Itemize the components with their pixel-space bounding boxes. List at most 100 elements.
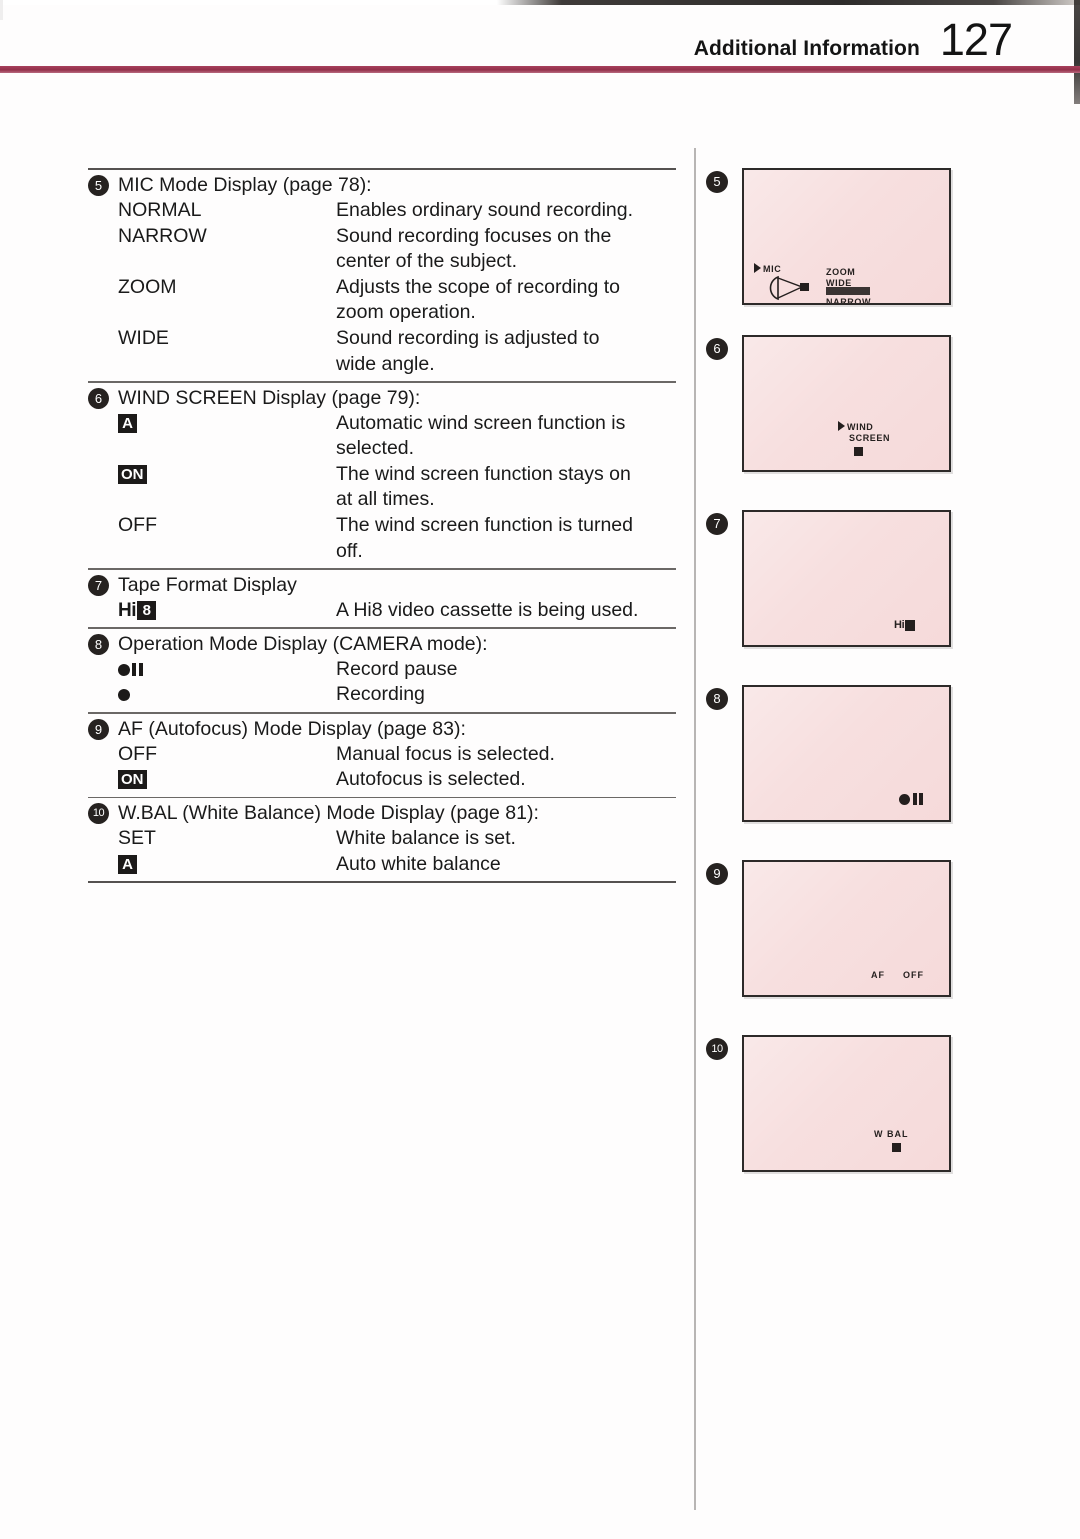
illustration-number: 7 (706, 513, 728, 535)
definition-term: NORMAL (118, 198, 336, 224)
hi8-eight-badge: 8 (137, 601, 156, 621)
inverted-badge-a: A (118, 854, 137, 874)
definition-description-continuation: zoom operation. (336, 301, 476, 324)
illustration-item-8: 8 (706, 685, 1046, 822)
section-number-badge: 10 (88, 803, 109, 825)
section-number-badge: 8 (88, 633, 109, 655)
viewfinder-display-white-balance: W BAL (742, 1035, 951, 1172)
definition-row-continuation: at all times. (118, 487, 676, 513)
scan-edge-left (0, 0, 3, 20)
definition-description: Auto white balance (336, 852, 501, 875)
definition-term: ON (118, 462, 336, 488)
definition-description: Sound recording focuses on the (336, 224, 612, 247)
scan-edge-right (1074, 0, 1080, 104)
wind-screen-state-square (854, 447, 863, 456)
hi8-eight-badge (905, 619, 916, 631)
illustration-number: 8 (706, 688, 728, 710)
definition-row: WIDE Sound recording is adjusted to (118, 326, 676, 352)
mic-level-bar (826, 287, 870, 295)
definition-term: Hi 8 (118, 598, 336, 624)
hi8-indicator: Hi (894, 619, 916, 631)
definition-term: OFF (118, 742, 336, 768)
section-heading: 8 Operation Mode Display (CAMERA mode): (88, 632, 676, 657)
section-heading: 6 WIND SCREEN Display (page 79): (88, 386, 676, 411)
definition-row: Record pause (118, 657, 676, 683)
section-heading: 7 Tape Format Display (88, 573, 676, 598)
definition-section-10: 10 W.BAL (White Balance) Mode Display (pa… (88, 798, 676, 881)
record-dot-icon (118, 689, 130, 702)
definition-term: NARROW (118, 224, 336, 250)
definition-row: ON Autofocus is selected. (118, 767, 676, 793)
table-rule (88, 881, 676, 884)
page-number: 127 (939, 14, 1013, 65)
definition-term: ON (118, 767, 336, 793)
section-heading: 9 AF (Autofocus) Mode Display (page 83): (88, 717, 676, 742)
section-rows: Record pause Recording (118, 657, 676, 708)
definition-section-6: 6 WIND SCREEN Display (page 79): A Automati… (88, 383, 676, 569)
section-title: WIND SCREEN Display (page 79): (118, 386, 421, 409)
definition-description-continuation: center of the subject. (336, 250, 518, 273)
screen-sheen (744, 512, 949, 645)
wind-indicator: WIND (838, 421, 873, 433)
viewfinder-display-autofocus: AF OFF (742, 860, 951, 997)
illustration-item-5: 5 MIC ZOOM WIDE NARROW (706, 168, 1046, 305)
illustration-column: 5 MIC ZOOM WIDE NARROW 6 WIND SCREEN 7 H… (706, 168, 1046, 1196)
definition-description: Enables ordinary sound recording. (336, 199, 634, 221)
definition-description: A Hi8 video cassette is being used. (336, 598, 639, 621)
zoom-label: ZOOM (826, 267, 856, 277)
definition-term: WIDE (118, 326, 336, 352)
definition-term: SET (118, 826, 336, 852)
illustration-item-10: 10 W BAL (706, 1035, 1046, 1172)
definition-row: ZOOM Adjusts the scope of recording to (118, 275, 676, 301)
definition-section-7: 7 Tape Format Display Hi 8 A Hi8 video casse… (88, 570, 676, 628)
term-value (118, 683, 130, 705)
definition-term (118, 682, 336, 708)
definition-description-continuation: selected. (336, 437, 415, 460)
definition-section-8: 8 Operation Mode Display (CAMERA mode): Re… (88, 629, 676, 712)
section-title: Operation Mode Display (CAMERA mode): (118, 632, 488, 655)
document-page: Additional Information 127 5 MIC Mode Dis… (0, 0, 1080, 1539)
section-number-badge: 6 (88, 387, 109, 409)
pause-bars-icon (913, 793, 923, 805)
section-title: Tape Format Display (118, 573, 297, 596)
page-header: Additional Information 127 (694, 14, 1013, 65)
definition-term: OFF (118, 513, 336, 539)
illustration-number: 6 (706, 338, 728, 360)
definition-row: A Auto white balance (118, 852, 676, 878)
record-dot-icon (118, 663, 130, 676)
definition-description-continuation: at all times. (336, 488, 435, 511)
definition-description: The wind screen function is turned (336, 514, 633, 537)
illustration-item-7: 7 Hi (706, 510, 1046, 647)
term-value: ZOOM (118, 275, 177, 298)
definition-term (118, 657, 336, 683)
term-value: NARROW (118, 224, 207, 247)
definition-description: Manual focus is selected. (336, 742, 555, 765)
column-divider (694, 148, 696, 1510)
definition-description: Recording (336, 683, 425, 706)
record-dot-icon (899, 793, 910, 805)
section-heading: 10 W.BAL (White Balance) Mode Display (pa… (88, 801, 676, 826)
definition-description: The wind screen function stays on (336, 462, 631, 485)
section-number-badge: 9 (88, 718, 109, 740)
section-title: MIC Mode Display (page 78): (118, 174, 372, 196)
definition-row-continuation: off. (118, 539, 676, 565)
viewfinder-display-wind-screen: WIND SCREEN (742, 335, 951, 472)
header-rule (0, 66, 1080, 73)
section-number-badge: 7 (88, 574, 109, 596)
definition-row: OFF Manual focus is selected. (118, 742, 676, 768)
record-pause-indicator (899, 793, 923, 805)
section-rows: A Automatic wind screen function is select… (118, 411, 676, 565)
term-value: NORMAL (118, 199, 202, 221)
definition-description: Adjusts the scope of recording to (336, 275, 620, 298)
section-rows: Hi 8 A Hi8 video cassette is being used. (118, 598, 676, 624)
viewfinder-display-operation-mode (742, 685, 951, 822)
definition-row: Hi 8 A Hi8 video cassette is being used. (118, 598, 676, 624)
microphone-cone-icon (769, 275, 809, 301)
definition-row: ON The wind screen function stays on (118, 462, 676, 488)
definition-description: Sound recording is adjusted to (336, 326, 600, 349)
definition-description: Autofocus is selected. (336, 768, 526, 791)
definition-section-9: 9 AF (Autofocus) Mode Display (page 83): O… (88, 714, 676, 797)
play-triangle-icon (838, 421, 845, 431)
wbal-label: W BAL (874, 1129, 909, 1139)
definition-row: OFF The wind screen function is turned (118, 513, 676, 539)
